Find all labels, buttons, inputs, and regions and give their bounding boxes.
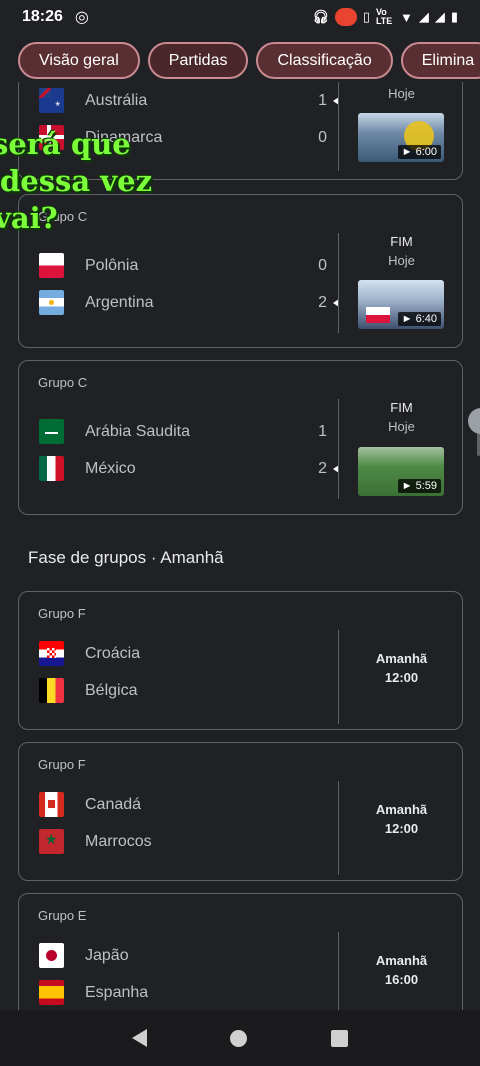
team-name: México (85, 459, 136, 477)
team-name: Marrocos (85, 832, 152, 850)
network-label: Vo LTE (375, 7, 393, 26)
team-name: Japão (85, 946, 129, 964)
matches-list[interactable]: Austrália 1 Dinamarca 0 Hoje ► 6:00 Grup… (0, 82, 480, 1010)
match-status: Hoje (339, 84, 464, 103)
video-duration: ► 6:40 (397, 312, 441, 326)
highlight-video-thumbnail[interactable]: ► 6:00 (358, 113, 444, 162)
match-schedule: Amanhã 16:00 (339, 951, 464, 989)
match-day: Hoje (388, 253, 415, 268)
mexico-flag-icon (39, 456, 64, 481)
match-status-label: FIM (390, 234, 413, 249)
spain-flag-icon (39, 980, 64, 1005)
team-name: Austrália (85, 91, 148, 109)
team-row: Espanha (39, 980, 339, 1005)
team-row: México 2 (39, 456, 339, 481)
video-duration: ► 6:00 (397, 145, 441, 159)
match-status-label: FIM (390, 400, 413, 415)
system-nav-bar (0, 1010, 480, 1066)
signal-2-icon: ◢ (434, 9, 445, 24)
status-time: 18:26 (22, 8, 63, 25)
australia-flag-icon (39, 88, 64, 113)
battery-icon: ▮ (450, 9, 458, 24)
tab-standings[interactable]: Classificação (256, 42, 393, 79)
match-schedule: Amanhã 12:00 (339, 649, 464, 687)
morocco-flag-icon (39, 829, 64, 854)
match-time: 12:00 (384, 821, 419, 836)
match-group: Grupo F (38, 757, 86, 772)
match-day: Amanhã (375, 651, 428, 666)
match-card[interactable]: Austrália 1 Dinamarca 0 Hoje ► 6:00 (18, 82, 463, 180)
match-card[interactable]: Grupo C Polônia 0 Argentina 2 FIM Hoje ►… (18, 194, 463, 348)
match-group: Grupo C (38, 375, 88, 390)
match-day: Amanhã (375, 802, 428, 817)
match-group: Grupo F (38, 606, 86, 621)
match-group: Grupo C (38, 209, 88, 224)
team-name: Dinamarca (85, 128, 163, 146)
belgium-flag-icon (39, 678, 64, 703)
team-name: Bélgica (85, 681, 138, 699)
team-row: Austrália 1 (39, 88, 339, 113)
match-card[interactable]: Grupo F Croácia Bélgica Amanhã 12:00 (18, 591, 463, 730)
tab-matches[interactable]: Partidas (147, 42, 249, 79)
match-card[interactable]: Grupo C Arábia Saudita 1 México 2 FIM Ho… (18, 360, 463, 515)
video-duration: ► 5:59 (397, 479, 441, 493)
team-score: 0 (318, 256, 327, 274)
match-day: Hoje (388, 419, 415, 434)
team-name: Croácia (85, 644, 141, 662)
tab-bar: Visão geral Partidas Classificação Elimi… (18, 42, 480, 79)
back-icon[interactable] (131, 1029, 147, 1047)
highlight-video-thumbnail[interactable]: ► 6:40 (358, 280, 444, 329)
match-time: 16:00 (384, 972, 419, 987)
tab-overview[interactable]: Visão geral (18, 42, 140, 79)
team-row: Bélgica (39, 678, 339, 703)
denmark-flag-icon (39, 125, 64, 150)
team-row: Arábia Saudita 1 (39, 419, 339, 444)
team-name: Polônia (85, 256, 139, 274)
saudi-arabia-flag-icon (39, 419, 64, 444)
section-title: Fase de grupos · Amanhã (28, 548, 224, 567)
match-day: Amanhã (375, 953, 428, 968)
settings-icon: ◎ (74, 9, 89, 26)
tab-knockouts[interactable]: Elimina (400, 42, 480, 79)
poland-flag-icon (39, 253, 64, 278)
team-row: Marrocos (39, 829, 339, 854)
recent-apps-icon[interactable] (331, 1029, 349, 1047)
match-schedule: Amanhã 12:00 (339, 800, 464, 838)
home-icon[interactable] (230, 1029, 248, 1047)
team-score: 0 (318, 128, 327, 146)
croatia-flag-icon (39, 641, 64, 666)
team-name: Arábia Saudita (85, 422, 190, 440)
signal-icon: ◢ (418, 9, 429, 24)
team-row: Dinamarca 0 (39, 125, 339, 150)
match-card[interactable]: Grupo F Canadá Marrocos Amanhã 12:00 (18, 742, 463, 881)
canada-flag-icon (39, 792, 64, 817)
match-time: 12:00 (384, 670, 419, 685)
match-group: Grupo E (38, 908, 87, 923)
match-day: Hoje (388, 86, 415, 101)
screen-record-icon (334, 8, 357, 26)
team-name: Canadá (85, 795, 142, 813)
status-icons: 🎧︎ ▯ Vo LTE ▼ ◢ ◢ ▮ (312, 8, 458, 26)
status-bar: 18:26 ◎ 🎧︎ ▯ Vo LTE ▼ ◢ ◢ ▮ (0, 0, 480, 34)
team-score: 2 (318, 459, 327, 477)
team-row: Canadá (39, 792, 339, 817)
japan-flag-icon (39, 943, 64, 968)
team-row: Croácia (39, 641, 339, 666)
highlight-video-thumbnail[interactable]: ► 5:59 (358, 447, 444, 496)
argentina-flag-icon (39, 290, 64, 315)
team-name: Espanha (85, 983, 149, 1001)
wifi-icon: ▼ (399, 9, 413, 25)
team-score: 1 (318, 422, 327, 440)
team-row: Polônia 0 (39, 253, 339, 278)
team-score: 2 (318, 293, 327, 311)
team-row: Argentina 2 (39, 290, 339, 315)
match-status: FIM Hoje (339, 232, 464, 270)
headphones-icon: 🎧︎ (312, 9, 329, 24)
match-status: FIM Hoje (339, 398, 464, 436)
vibrate-icon: ▯ (362, 9, 370, 24)
match-card[interactable]: Grupo E Japão Espanha Amanhã 16:00 (18, 893, 463, 1010)
team-score: 1 (318, 91, 327, 109)
team-name: Argentina (85, 293, 154, 311)
team-row: Japão (39, 943, 339, 968)
